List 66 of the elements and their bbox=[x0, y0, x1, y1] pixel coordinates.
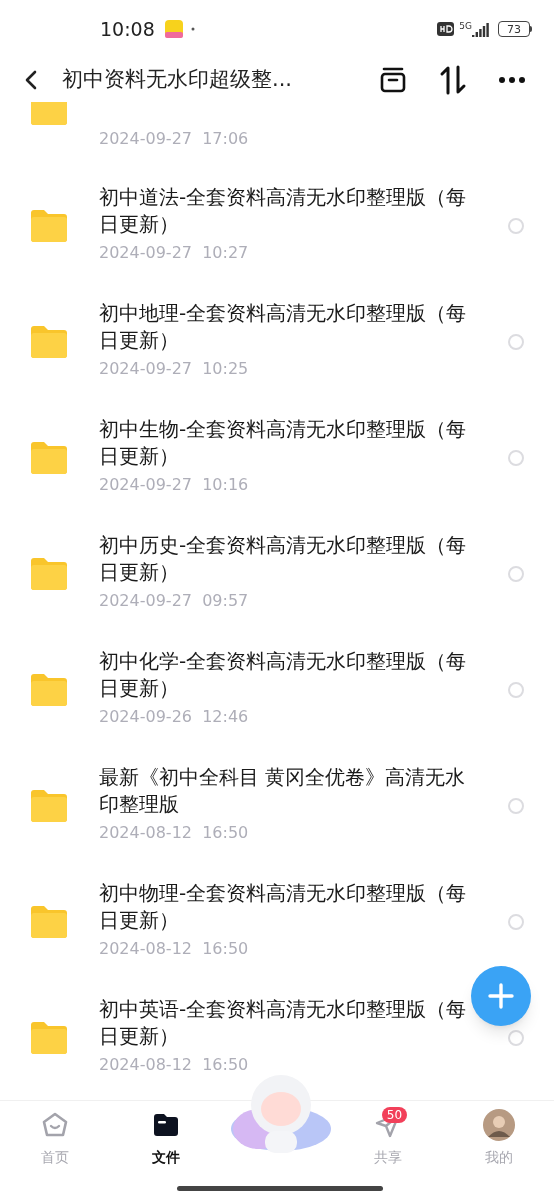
file-row[interactable]: 初中化学-全套资料高清无水印整理版（每日更新） 2024-09-26 12:46 bbox=[0, 632, 554, 748]
archive-icon[interactable] bbox=[379, 66, 407, 94]
nav-tab[interactable]: 50 共享 bbox=[332, 1101, 444, 1200]
folder-icon bbox=[29, 672, 69, 708]
file-row[interactable]: 初中英语-全套资料高清无水印整理版（每日更新） 2024-08-12 16:50 bbox=[0, 980, 554, 1096]
folder-icon bbox=[29, 324, 69, 360]
file-date: 2024-09-27 10:16 bbox=[99, 474, 250, 496]
battery-indicator: 73 bbox=[498, 21, 530, 37]
add-button[interactable] bbox=[471, 966, 531, 1026]
folder-icon bbox=[29, 904, 69, 940]
select-radio[interactable] bbox=[508, 218, 524, 234]
file-date: 2024-08-12 16:50 bbox=[99, 938, 250, 960]
select-radio[interactable] bbox=[508, 334, 524, 350]
nav-label: 文件 bbox=[152, 1148, 181, 1167]
notification-badge: 50 bbox=[381, 1107, 408, 1123]
app-notification-icon bbox=[164, 20, 183, 38]
file-date: 2024-09-27 09:57 bbox=[99, 590, 250, 612]
file-row[interactable]: 初中生物-全套资料高清无水印整理版（每日更新） 2024-09-27 10:16 bbox=[0, 400, 554, 516]
file-date: 2024-08-12 16:50 bbox=[99, 822, 250, 844]
folder-icon bbox=[29, 208, 69, 244]
file-name: 初中道法-全套资料高清无水印整理版（每日更新） bbox=[99, 184, 468, 238]
sort-icon[interactable] bbox=[439, 65, 467, 95]
folder-icon bbox=[29, 556, 69, 592]
network-type: 5G bbox=[459, 22, 472, 31]
folder-icon bbox=[152, 1112, 181, 1138]
file-date: 2024-09-27 10:25 bbox=[99, 358, 250, 380]
file-row[interactable]: 初中物理-全套资料高清无水印整理版（每日更新） 2024-08-12 16:50 bbox=[0, 864, 554, 980]
folder-icon bbox=[29, 1020, 69, 1056]
nav-label: 我的 bbox=[484, 1148, 513, 1167]
dot-icon bbox=[190, 27, 195, 31]
file-name: 初中物理-全套资料高清无水印整理版（每日更新） bbox=[99, 880, 468, 934]
nav-label: 共享 bbox=[373, 1148, 402, 1167]
more-icon[interactable] bbox=[498, 76, 526, 84]
file-name: 初中生物-全套资料高清无水印整理版（每日更新） bbox=[99, 416, 468, 470]
file-date: 2024-09-27 17:06 bbox=[99, 128, 249, 150]
file-name: 初中化学-全套资料高清无水印整理版（每日更新） bbox=[99, 648, 468, 702]
file-name: 初中历史-全套资料高清无水印整理版（每日更新） bbox=[99, 532, 468, 586]
file-row[interactable]: 初中历史-全套资料高清无水印整理版（每日更新） 2024-09-27 09:57 bbox=[0, 516, 554, 632]
avatar bbox=[482, 1109, 515, 1141]
file-name: 初中地理-全套资料高清无水印整理版（每日更新） bbox=[99, 300, 468, 354]
clock: 10:08 bbox=[100, 16, 155, 42]
select-radio[interactable] bbox=[508, 566, 524, 582]
mascot-drawing[interactable] bbox=[228, 1073, 333, 1155]
file-row[interactable]: 初中道法-全套资料高清无水印整理版（每日更新） 2024-09-27 10:27 bbox=[0, 168, 554, 284]
file-date: 2024-09-26 12:46 bbox=[99, 706, 250, 728]
select-radio[interactable] bbox=[508, 682, 524, 698]
file-date: 2024-09-27 10:27 bbox=[99, 242, 250, 264]
nav-tab[interactable]: 文件 bbox=[110, 1101, 222, 1200]
folder-icon bbox=[29, 788, 69, 824]
plus-icon bbox=[488, 983, 514, 1009]
file-date: 2024-08-12 16:50 bbox=[99, 1054, 250, 1076]
select-radio[interactable] bbox=[508, 1030, 524, 1046]
back-icon[interactable] bbox=[24, 69, 38, 91]
page-title: 初中资料无水印超级整... bbox=[62, 66, 293, 94]
nav-label: 首页 bbox=[41, 1148, 70, 1167]
file-row[interactable]: 初中地理-全套资料高清无水印整理版（每日更新） 2024-09-27 10:25 bbox=[0, 284, 554, 400]
select-radio[interactable] bbox=[508, 798, 524, 814]
signal-icon bbox=[472, 23, 490, 37]
select-radio[interactable] bbox=[508, 914, 524, 930]
file-row[interactable]: 最新《初中全科目 黄冈全优卷》高清无水印整理版 2024-08-12 16:50 bbox=[0, 748, 554, 864]
folder-icon bbox=[29, 440, 69, 476]
file-name: 最新《初中全科目 黄冈全优卷》高清无水印整理版 bbox=[99, 764, 467, 818]
hd-icon bbox=[437, 22, 455, 36]
select-radio[interactable] bbox=[508, 450, 524, 466]
home-icon bbox=[41, 1111, 70, 1139]
file-name: 初中英语-全套资料高清无水印整理版（每日更新） bbox=[99, 996, 468, 1050]
